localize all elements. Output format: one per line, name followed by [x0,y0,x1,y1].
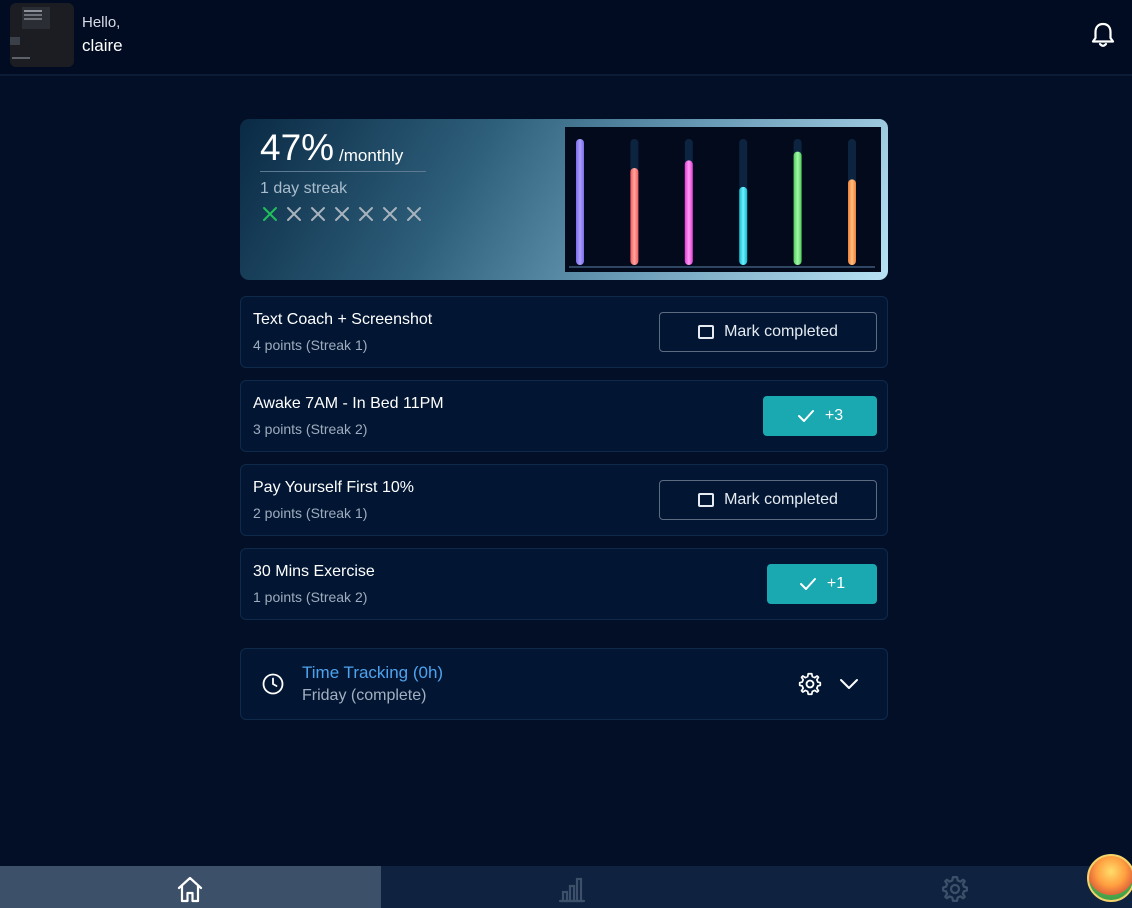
mark-completed-button[interactable]: Mark completed [659,312,877,352]
avatar-detail [10,37,20,45]
bell-icon[interactable] [1088,20,1118,50]
completed-points-button[interactable]: +3 [763,396,877,436]
divider [260,171,426,172]
weekly-day-markers [260,204,424,224]
mark-completed-button[interactable]: Mark completed [659,480,877,520]
chart-bar [684,160,693,265]
chart-bar [576,139,584,265]
completed-points-button[interactable]: +1 [767,564,877,604]
monthly-percent: 47% [260,127,335,168]
chart-bar [739,186,748,265]
day-missed-x-icon [359,207,373,221]
checkbox-icon [698,325,715,339]
check-icon [797,410,814,422]
gear-icon [942,876,968,902]
home-icon [177,876,203,903]
nav-settings[interactable] [757,866,1132,908]
avatar[interactable] [10,3,74,67]
avatar-detail [12,57,30,59]
gear-icon[interactable] [797,671,823,697]
time-tracking-title[interactable]: Time Tracking (0h) [302,663,443,683]
day-missed-x-icon [407,207,421,221]
bar-chart-icon [558,877,586,903]
chart-bar [793,151,802,265]
task-card: Pay Yourself First 10% 2 points (Streak … [240,464,888,536]
greeting-text: Hello, [82,14,121,31]
clock-icon [262,673,284,695]
task-points: 2 points (Streak 1) [253,505,368,521]
avatar-detail [24,10,42,12]
bottom-navigation [0,866,1132,908]
day-missed-x-icon [287,207,301,221]
task-card: Text Coach + Screenshot 4 points (Streak… [240,296,888,368]
period-label: /monthly [339,146,404,165]
button-label: +1 [826,575,846,592]
nav-stats[interactable] [381,866,757,908]
beach-badge-button[interactable] [1087,854,1132,902]
day-done-x-icon [263,207,277,221]
task-points: 1 points (Streak 2) [253,589,368,605]
task-title: Awake 7AM - In Bed 11PM [253,395,444,412]
streak-text: 1 day streak [260,180,348,197]
time-tracking-panel[interactable]: Time Tracking (0h) Friday (complete) [240,648,888,720]
task-card: 30 Mins Exercise 1 points (Streak 2) +1 [240,548,888,620]
time-tracking-day: Friday (complete) [302,687,427,704]
button-label: +3 [824,407,844,424]
day-missed-x-icon [383,207,397,221]
progress-summary-card: 47% /monthly 1 day streak [240,119,888,280]
chart-bar [848,179,856,265]
button-label: Mark completed [724,323,838,340]
task-title: Text Coach + Screenshot [253,311,433,328]
habit-bar-chart [565,127,881,272]
chart-bar [630,167,639,265]
top-bar: Hello, claire [0,0,1132,76]
username-text: claire [82,36,123,55]
button-label: Mark completed [724,491,838,508]
chevron-down-icon[interactable] [838,673,860,695]
checkbox-icon [698,493,715,507]
task-points: 4 points (Streak 1) [253,337,368,353]
check-icon [799,578,816,590]
task-points: 3 points (Streak 2) [253,421,368,437]
day-missed-x-icon [335,207,349,221]
task-title: 30 Mins Exercise [253,563,375,580]
task-card: Awake 7AM - In Bed 11PM 3 points (Streak… [240,380,888,452]
nav-home[interactable] [0,866,381,908]
task-title: Pay Yourself First 10% [253,479,414,496]
day-missed-x-icon [311,207,325,221]
